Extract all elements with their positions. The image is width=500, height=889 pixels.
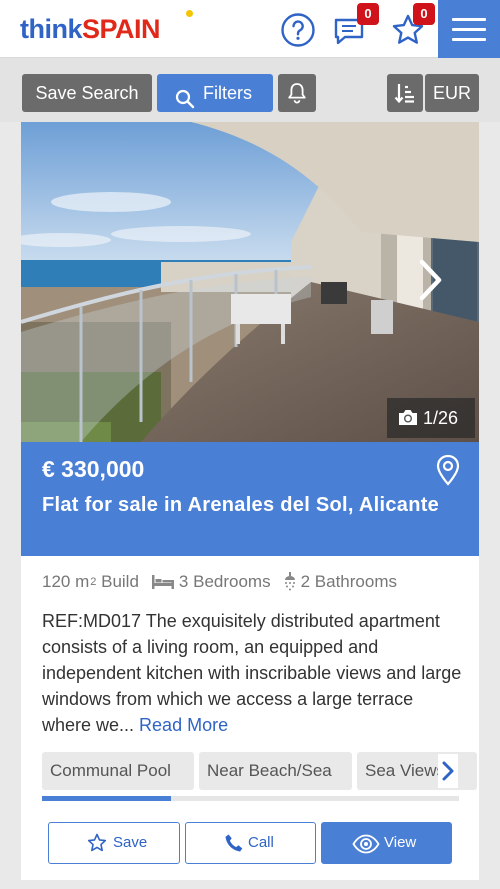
top-header: thinkSPAIN 0 0 (0, 0, 500, 58)
bathrooms-text: 2 Bathrooms (300, 572, 397, 591)
search-icon (175, 84, 195, 122)
phone-icon (225, 834, 243, 852)
read-more-link[interactable]: Read More (139, 715, 228, 735)
tags-scroll-indicator (42, 796, 171, 801)
logo-spain-text: SPAIN (82, 14, 161, 44)
shower-icon (284, 572, 295, 591)
filters-button[interactable]: Filters (157, 74, 273, 112)
eye-icon (352, 834, 380, 854)
messages-badge: 0 (357, 3, 379, 25)
next-photo-chevron-icon[interactable] (413, 258, 447, 302)
photo-counter-text: 1/26 (423, 408, 459, 428)
currency-button[interactable]: EUR (425, 74, 479, 112)
bathrooms-feature: 2 Bathrooms (283, 572, 397, 592)
filters-label: Filters (203, 83, 252, 103)
area-label: Build (101, 572, 139, 591)
property-card: 1/26 € 330,000 Flat for sale in Arenales… (21, 122, 479, 880)
alert-bell-button[interactable] (278, 74, 316, 112)
photo-counter[interactable]: 1/26 (387, 398, 475, 438)
view-button[interactable]: View (321, 822, 452, 864)
call-button[interactable]: Call (185, 822, 316, 864)
view-label: View (384, 834, 417, 851)
tags-scroll-track (42, 796, 459, 801)
listing-price: € 330,000 (42, 456, 145, 482)
area-feature: 120 m2 Build (42, 572, 139, 592)
sort-button[interactable] (387, 74, 423, 112)
sort-icon (394, 84, 416, 108)
camera-icon (398, 409, 418, 426)
menu-icon-bar (452, 38, 486, 41)
bedrooms-feature: 3 Bedrooms (151, 572, 271, 592)
listing-description: REF:MD017 The exquisitely distributed ap… (42, 608, 462, 738)
call-label: Call (248, 834, 274, 851)
tag-chip[interactable]: Sea Views (357, 752, 477, 790)
thinkspain-logo[interactable]: thinkSPAIN (20, 10, 193, 45)
help-icon[interactable] (280, 12, 316, 48)
price-band[interactable]: € 330,000 Flat for sale in Arenales del … (21, 442, 479, 556)
description-text: REF:MD017 The exquisitely distributed ap… (42, 611, 462, 735)
action-buttons: Save Call View (48, 822, 452, 864)
favourites-badge: 0 (413, 3, 435, 25)
bed-icon (151, 575, 174, 589)
logo-think-text: think (20, 14, 83, 44)
features-row: 120 m2 Build 3 Bedrooms 2 Bathrooms (42, 570, 409, 594)
listing-title[interactable]: Flat for sale in Arenales del Sol, Alica… (42, 490, 442, 520)
menu-icon-bar (452, 28, 486, 31)
menu-icon-bar (452, 18, 486, 21)
save-search-button[interactable]: Save Search (22, 74, 152, 112)
star-icon (87, 833, 107, 852)
bedrooms-text: 3 Bedrooms (178, 572, 271, 591)
save-button[interactable]: Save (48, 822, 180, 864)
area-value: 120 m (42, 572, 90, 591)
area-unit-sup: 2 (90, 576, 97, 588)
tag-chip[interactable]: Communal Pool (42, 752, 194, 790)
search-toolbar: Save Search Filters EUR (0, 58, 500, 122)
save-label: Save (113, 834, 148, 851)
logo-dot (186, 10, 193, 17)
menu-button[interactable] (438, 0, 500, 58)
tag-chip[interactable]: Near Beach/Sea (199, 752, 352, 790)
tags-next-chevron-icon[interactable] (438, 754, 458, 788)
map-pin-icon[interactable] (435, 454, 461, 491)
tags-scroller[interactable]: Communal Pool Near Beach/Sea Sea Views (42, 752, 479, 792)
property-photo[interactable]: 1/26 (21, 122, 479, 442)
bell-icon (287, 83, 307, 108)
